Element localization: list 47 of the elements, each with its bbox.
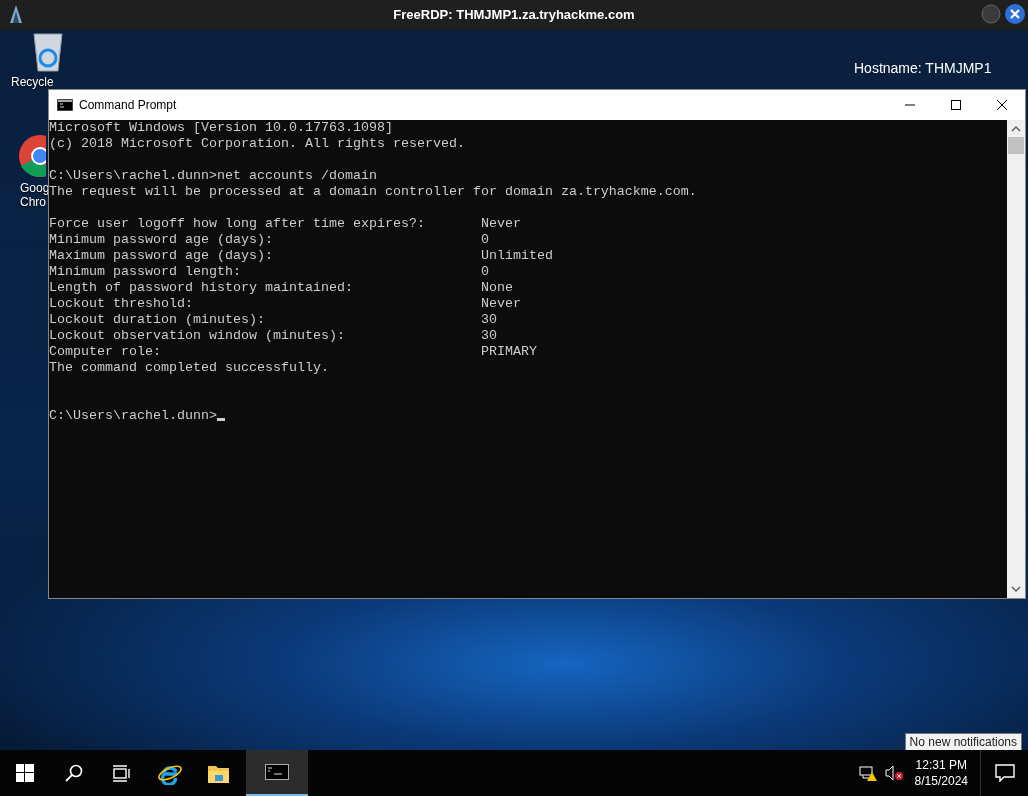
network-warning-icon[interactable]: [858, 765, 877, 781]
setting-label: Minimum password age (days):: [49, 232, 273, 247]
task-view-icon: [113, 764, 131, 782]
console-text: Microsoft Windows [Version 10.0.17763.1098]: [49, 120, 393, 135]
setting-value: 30: [481, 312, 497, 327]
setting-label: Minimum password length:: [49, 264, 241, 279]
setting-label: Lockout duration (minutes):: [49, 312, 265, 327]
console-text: C:\Users\rachel.dunn>net accounts /domain: [49, 168, 377, 183]
taskbar-button[interactable]: [246, 750, 308, 796]
setting-value: Never: [481, 216, 521, 231]
console-text: The command completed successfully.: [49, 360, 329, 375]
system-info-text: Hostname: THMJMP1: [854, 59, 993, 77]
start-menu-icon: [16, 764, 34, 782]
scrollbar-thumb[interactable]: [1008, 137, 1024, 154]
volume-muted-icon[interactable]: [884, 765, 903, 781]
setting-value: 30: [481, 328, 497, 343]
icon-label: Chro: [20, 195, 46, 209]
setting-value: None: [481, 280, 513, 295]
setting-value: Unlimited: [481, 248, 553, 263]
setting-value: Never: [481, 296, 521, 311]
text-cursor: [216, 418, 225, 421]
setting-label: Lockout threshold:: [49, 296, 193, 311]
window-title: Command Prompt: [79, 97, 178, 114]
setting-value: 0: [481, 264, 489, 279]
clock-time[interactable]: 12:31 PM: [914, 757, 968, 773]
close-button[interactable]: [1005, 4, 1025, 24]
icon-label: Goog: [20, 181, 50, 195]
setting-value: 0: [481, 232, 489, 247]
setting-label: Computer role:: [49, 344, 161, 359]
setting-label: Maximum password age (days):: [49, 248, 273, 263]
maximize-icon: [951, 100, 961, 110]
window-title: FreeRDP: THMJMP1.za.tryhackme.com: [393, 6, 635, 24]
clock-date[interactable]: 8/15/2024: [914, 773, 968, 789]
setting-label: Length of password history maintained:: [49, 280, 353, 295]
setting-label: Lockout observation window (minutes):: [49, 328, 345, 343]
command-prompt: C:\Users\rachel.dunn>: [49, 408, 217, 423]
console-icon: [265, 764, 289, 780]
console-text: (c) 2018 Microsoft Corporation. All rights reserved.: [49, 136, 465, 151]
notification-tooltip: No new notifications: [904, 733, 1022, 750]
close-icon: [997, 100, 1007, 110]
search-icon: [65, 764, 83, 782]
setting-label: Force user logoff how long after time expires?:: [49, 216, 425, 231]
setting-value: PRIMARY: [481, 344, 537, 359]
speech-bubble-icon: [994, 764, 1015, 782]
icon-label: Recycle: [11, 75, 54, 89]
console-icon: [57, 99, 73, 111]
app-logo-icon: [9, 5, 23, 24]
